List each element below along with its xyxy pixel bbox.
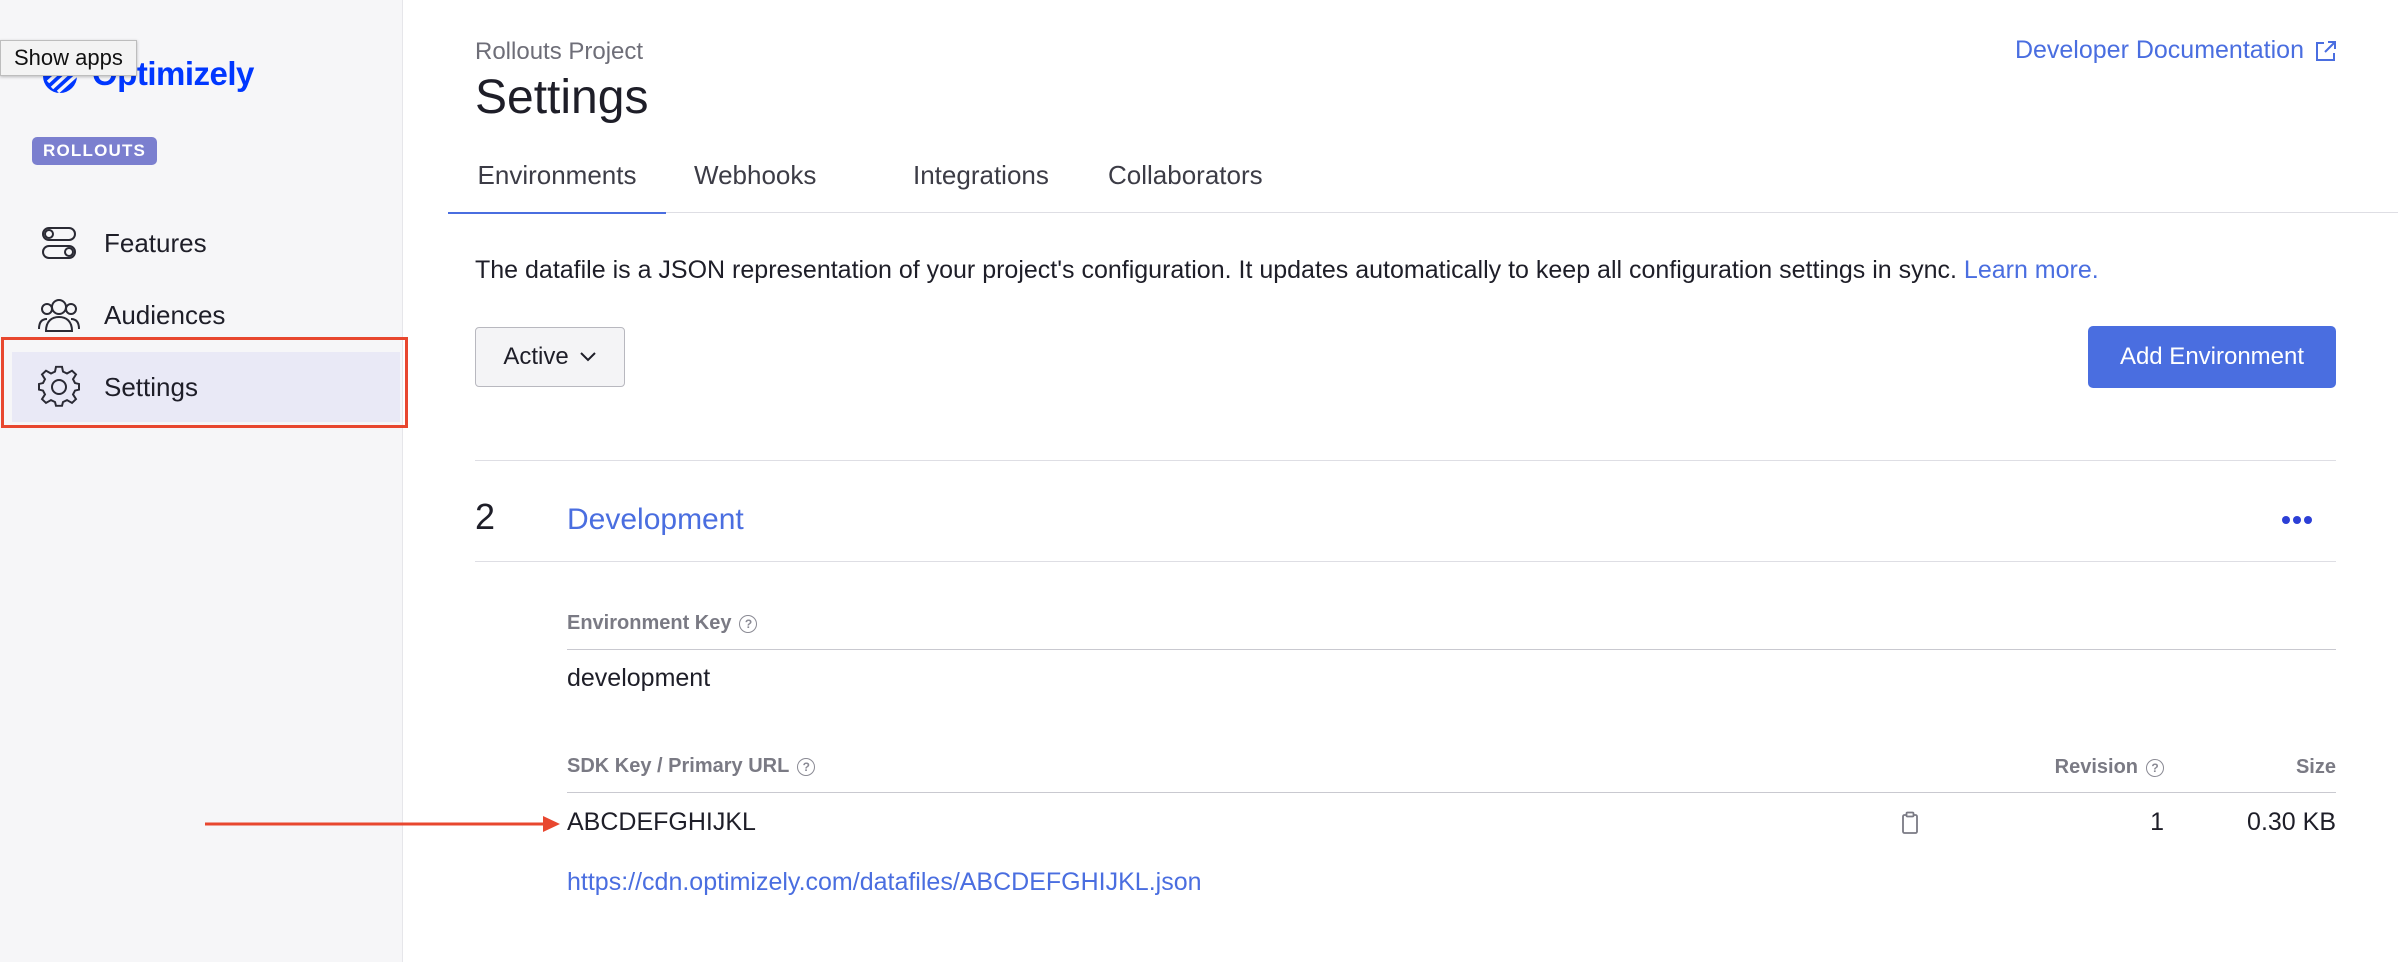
environment-key-label: Environment Key ?: [567, 612, 758, 635]
tab-webhooks[interactable]: Webhooks: [694, 148, 816, 212]
rollouts-badge: ROLLOUTS: [32, 137, 158, 165]
description-text: The datafile is a JSON representation of…: [475, 256, 1957, 284]
dropdown-selected-value: Active: [503, 343, 569, 370]
datafile-description: The datafile is a JSON representation of…: [475, 256, 2099, 285]
datafile-url-link[interactable]: https://cdn.optimizely.com/datafiles/ABC…: [567, 868, 1202, 897]
settings-tabs: Environments Webhooks Integrations Colla…: [448, 148, 2398, 214]
environment-name-link[interactable]: Development: [567, 503, 744, 537]
size-label: Size: [2295, 756, 2336, 778]
status-filter-dropdown[interactable]: Active: [475, 327, 625, 387]
sdk-key-value: ABCDEFGHIJKL: [567, 808, 756, 836]
tab-integrations[interactable]: Integrations: [913, 148, 1049, 212]
sidebar-item-label: Audiences: [104, 299, 226, 330]
people-icon: [36, 292, 82, 338]
divider: [567, 649, 2336, 650]
help-icon[interactable]: ?: [2146, 758, 2164, 777]
annotation-highlight-box: [1, 337, 408, 428]
tab-collaborators[interactable]: Collaborators: [1108, 148, 1263, 212]
doc-link-label: Developer Documentation: [2014, 36, 2304, 64]
main-content: Rollouts Project Settings Developer Docu…: [403, 0, 2398, 962]
page-title: Settings: [475, 71, 649, 124]
toggles-icon: [36, 220, 82, 266]
revision-label: Revision ?: [2055, 756, 2164, 779]
annotation-arrow: [205, 816, 560, 832]
divider: [475, 460, 2336, 461]
chevron-down-icon: [579, 352, 596, 362]
copy-clipboard-icon[interactable]: [1901, 811, 1919, 840]
developer-documentation-link[interactable]: Developer Documentation: [2015, 36, 2338, 65]
size-value: 0.30 KB: [2247, 808, 2336, 836]
more-options-icon[interactable]: [2282, 514, 2312, 526]
external-link-icon: [2316, 40, 2336, 61]
sidebar-item-features[interactable]: Features: [12, 208, 400, 278]
show-apps-tooltip: Show apps: [0, 40, 137, 76]
sidebar-item-label: Features: [104, 227, 207, 258]
help-icon[interactable]: ?: [797, 757, 816, 776]
divider: [475, 561, 2336, 562]
environment-number: 2: [475, 496, 496, 537]
project-name: Rollouts Project: [475, 38, 644, 65]
environment-key-value: development: [567, 664, 711, 692]
tab-environments[interactable]: Environments: [448, 148, 666, 214]
learn-more-link[interactable]: Learn more.: [1964, 256, 2099, 284]
sdk-key-label: SDK Key / Primary URL ?: [567, 755, 816, 778]
add-environment-button[interactable]: Add Environment: [2088, 326, 2336, 388]
revision-value: 1: [2150, 808, 2164, 836]
divider: [567, 792, 2336, 793]
help-icon[interactable]: ?: [739, 614, 758, 633]
